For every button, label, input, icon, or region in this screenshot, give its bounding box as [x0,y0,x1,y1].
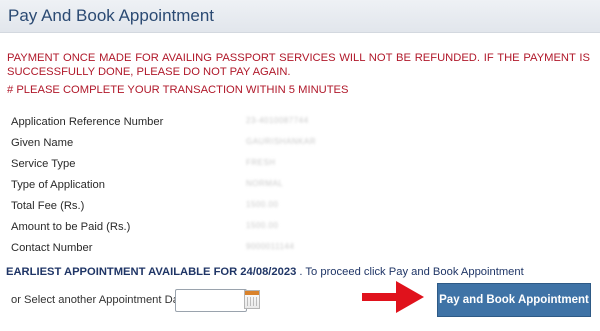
detail-label: Total Fee (Rs.) [11,200,85,212]
earliest-appointment-message: EARLIEST APPOINTMENT AVAILABLE FOR 24/08… [6,266,524,278]
other-date-label: or Select another Appointment Date [11,294,189,306]
pay-and-book-button[interactable]: Pay and Book Appointment [437,283,591,317]
detail-label: Contact Number [11,242,93,254]
calendar-icon-grid [247,297,257,306]
calendar-icon-header [245,291,259,295]
detail-row-total-fee: Total Fee (Rs.) 1500.00 [11,198,391,219]
detail-row-given-name: Given Name GAURISHANKAR [11,135,391,156]
detail-label: Application Reference Number [11,116,164,128]
earliest-appointment-instruction: . To proceed click Pay and Book Appointm… [296,266,524,278]
detail-value: FRESH [246,158,276,167]
detail-value: 1500.00 [246,200,279,209]
earliest-appointment-date: EARLIEST APPOINTMENT AVAILABLE FOR 24/08… [6,266,297,278]
red-arrow-icon [362,281,424,313]
detail-value: 9000011144 [246,242,295,251]
time-limit-warning: # PLEASE COMPLETE YOUR TRANSACTION WITHI… [7,84,349,96]
detail-value: 1500.00 [246,221,279,230]
refund-notice: PAYMENT ONCE MADE FOR AVAILING PASSPORT … [7,52,590,78]
detail-value: 23-4010087744 [246,116,309,125]
detail-value: GAURISHANKAR [246,137,317,146]
calendar-icon[interactable] [244,290,260,309]
detail-row-amount-to-pay: Amount to be Paid (Rs.) 1500.00 [11,219,391,240]
application-details: Application Reference Number 23-40100877… [11,114,391,261]
page-title: Pay And Book Appointment [8,6,215,25]
detail-value: NORMAL [246,179,284,188]
detail-label: Amount to be Paid (Rs.) [11,221,131,233]
detail-label: Service Type [11,158,76,170]
detail-row-application-type: Type of Application NORMAL [11,177,391,198]
detail-row-contact-number: Contact Number 9000011144 [11,240,391,261]
detail-label: Given Name [11,137,74,149]
page-header: Pay And Book Appointment [0,0,600,33]
appointment-date-input[interactable] [175,289,247,312]
detail-label: Type of Application [11,179,105,191]
detail-row-reference-number: Application Reference Number 23-40100877… [11,114,391,135]
detail-row-service-type: Service Type FRESH [11,156,391,177]
